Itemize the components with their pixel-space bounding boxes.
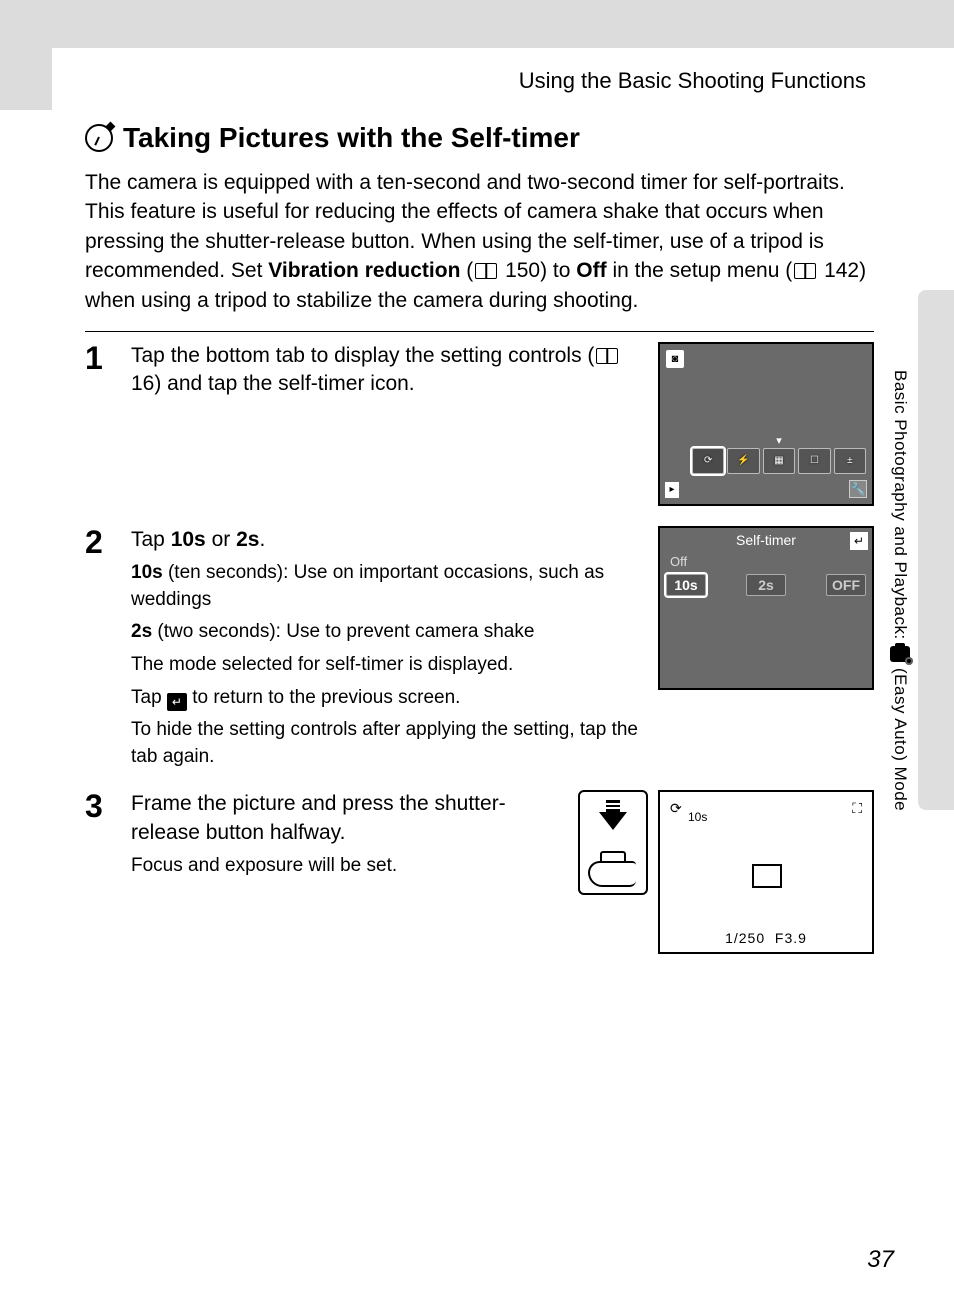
- chapter-tab: [918, 290, 954, 810]
- step-number: 3: [85, 790, 113, 954]
- step-2: 2 Tap 10s or 2s. 10s (ten seconds): Use …: [85, 526, 874, 771]
- step-1: 1 Tap the bottom tab to display the sett…: [85, 342, 874, 506]
- exposure-readout: 1/250 F3.9: [660, 930, 872, 946]
- current-setting-label: Off: [670, 554, 687, 569]
- manual-ref-icon: [596, 348, 618, 364]
- focus-area-box: [752, 864, 782, 888]
- option-off: OFF: [826, 574, 866, 596]
- page-title: Taking Pictures with the Self-timer: [123, 122, 580, 154]
- step-3: 3 Frame the picture and press the shutte…: [85, 790, 874, 954]
- image-mode-chip: ▦: [763, 448, 795, 474]
- return-icon: ↵: [167, 693, 187, 711]
- self-timer-chip: ⟳: [692, 448, 724, 474]
- option-2s: 2s: [746, 574, 786, 596]
- self-timer-value: 10s: [688, 810, 707, 824]
- collapse-arrow-icon: ▾: [776, 434, 782, 447]
- menu-header: Self-timer: [664, 530, 868, 550]
- exposure-comp-chip: ±: [834, 448, 866, 474]
- page-number: 37: [867, 1246, 894, 1274]
- step-3-title: Frame the picture and press the shutter-…: [131, 790, 560, 847]
- self-timer-indicator-icon: ⟳: [670, 800, 682, 817]
- back-icon: ↵: [850, 532, 868, 550]
- section-header: Using the Basic Shooting Functions: [85, 68, 866, 94]
- step-3-sub: Focus and exposure will be set.: [131, 853, 560, 880]
- intro-paragraph: The camera is equipped with a ten-second…: [85, 168, 874, 315]
- step-number: 2: [85, 526, 113, 771]
- option-10s: 10s: [666, 574, 706, 596]
- flash-chip: ⚡: [727, 448, 759, 474]
- step-2-line4: Tap ↵ to return to the previous screen.: [131, 685, 640, 712]
- step-2-line1: 10s (ten seconds): Use on important occa…: [131, 560, 640, 613]
- step-2-title: Tap 10s or 2s.: [131, 526, 640, 554]
- step-1-title: Tap the bottom tab to display the settin…: [131, 342, 640, 399]
- chapter-label: Basic Photography and Playback: (Easy Au…: [890, 370, 910, 811]
- step-2-line3: The mode selected for self-timer is disp…: [131, 652, 640, 679]
- step-2-line2: 2s (two seconds): Use to prevent camera …: [131, 619, 640, 646]
- half-press-illustration: [578, 790, 648, 895]
- easy-auto-camera-icon: [890, 646, 910, 662]
- touch-shooting-chip: ☐: [798, 448, 830, 474]
- setup-wrench-icon: 🔧: [849, 480, 867, 498]
- crop-icon: ⛶: [852, 800, 862, 817]
- expand-arrow-icon: ▸: [665, 482, 679, 498]
- lcd-screenshot-framing: ⟳ 10s ⛶ 1/250 F3.9: [658, 790, 874, 954]
- self-timer-icon: [85, 124, 113, 152]
- chapter-label-text-b: (Easy Auto) Mode: [890, 668, 910, 811]
- lcd-screenshot-self-timer-menu: Self-timer ↵ Off 10s 2s OFF: [658, 526, 874, 690]
- step-2-line5: To hide the setting controls after apply…: [131, 717, 640, 770]
- chapter-label-text-a: Basic Photography and Playback:: [890, 370, 910, 640]
- step-number: 1: [85, 342, 113, 506]
- camera-mode-icon: ◙: [666, 350, 684, 368]
- manual-ref-icon: [475, 263, 497, 279]
- manual-ref-icon: [794, 263, 816, 279]
- lcd-screenshot-controls: ◙ ▾ ⟳ ⚡ ▦ ☐ ± ▸ 🔧: [658, 342, 874, 506]
